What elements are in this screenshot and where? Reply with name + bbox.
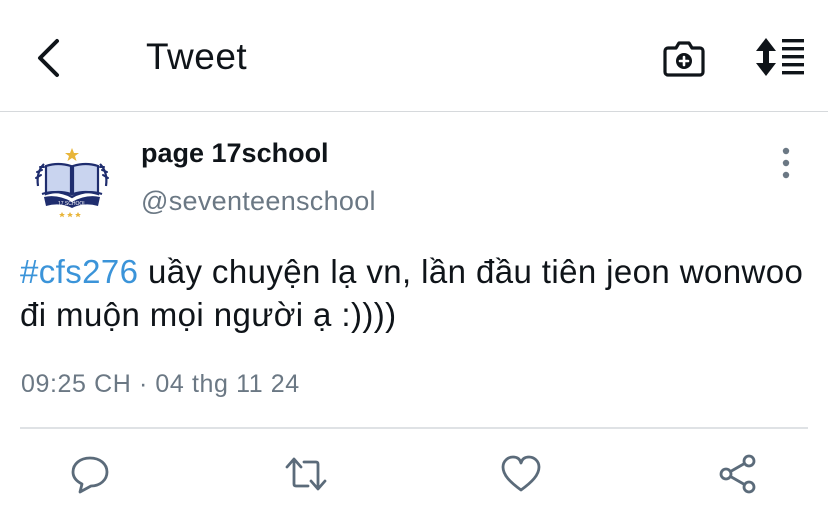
sort-icon — [756, 38, 804, 76]
tweet-timestamp: 09:25 CH · 04 thg 11 24 — [21, 370, 300, 398]
tweet-text: #cfs276 uầy chuyện lạ vn, lần đầu tiên j… — [20, 250, 810, 336]
top-bar: Tweet — [0, 0, 828, 112]
author-handle[interactable]: @seventeenschool — [141, 186, 376, 217]
page-title: Tweet — [146, 36, 248, 77]
camera-plus-icon — [663, 41, 705, 77]
back-button[interactable] — [28, 36, 68, 80]
avatar[interactable]: 17 SCHOOL — [28, 142, 116, 222]
reply-icon — [71, 456, 109, 494]
school-logo-icon: 17 SCHOOL — [35, 148, 109, 218]
more-vertical-icon — [782, 147, 790, 179]
tweet-body-text: uầy chuyện lạ vn, lần đầu tiên jeon wonw… — [20, 253, 804, 333]
heart-icon — [501, 455, 541, 492]
camera-button[interactable] — [662, 38, 706, 78]
share-icon — [719, 454, 756, 494]
share-button[interactable] — [716, 452, 760, 496]
more-options-button[interactable] — [774, 146, 798, 180]
reply-button[interactable] — [68, 452, 112, 496]
chevron-left-icon — [38, 39, 59, 77]
like-button[interactable] — [499, 452, 543, 496]
divider — [20, 427, 808, 429]
svg-text:17 SCHOOL: 17 SCHOOL — [58, 201, 86, 207]
sort-button[interactable] — [754, 36, 806, 78]
hashtag-link[interactable]: #cfs276 — [20, 253, 138, 290]
retweet-button[interactable] — [284, 452, 328, 496]
retweet-icon — [285, 457, 327, 491]
author-name[interactable]: page 17school — [141, 138, 329, 169]
